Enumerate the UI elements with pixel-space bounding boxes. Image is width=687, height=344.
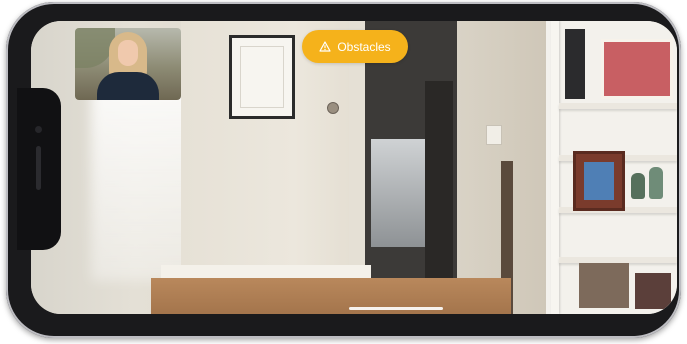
phone-frame: Obstacles: [6, 2, 681, 338]
obstacles-button[interactable]: Obstacles: [302, 30, 408, 63]
home-indicator[interactable]: [349, 307, 443, 310]
speaker-grille: [36, 146, 41, 190]
scene-floor: [151, 278, 511, 314]
obstacles-button-label: Obstacles: [337, 39, 391, 54]
scene-photo-frame: [573, 151, 625, 211]
warning-triangle-icon: [319, 41, 331, 52]
phone-notch: [17, 88, 61, 250]
scene-vase: [649, 167, 663, 199]
scene-hallway-shadow: [425, 81, 453, 281]
scene-shelf-post: [551, 21, 559, 314]
camera-view[interactable]: Obstacles: [31, 21, 677, 314]
scene-bottles: [579, 263, 629, 308]
scene-baseboard: [161, 265, 371, 279]
scene-door-knob: [327, 102, 339, 114]
caller-face: [118, 40, 138, 66]
scene-wall-art: [229, 35, 295, 119]
scene-vase: [631, 173, 645, 199]
scene-books: [565, 29, 585, 99]
scene-light-switch: [486, 125, 502, 145]
caller-video-thumbnail[interactable]: [75, 28, 181, 100]
scene-shelf: [559, 103, 677, 109]
caller-body: [97, 72, 159, 100]
scene-shelf-art: [601, 39, 673, 99]
front-camera-icon: [35, 126, 42, 133]
scene-kitchen-stove: [371, 139, 425, 247]
scene-books: [635, 273, 671, 309]
